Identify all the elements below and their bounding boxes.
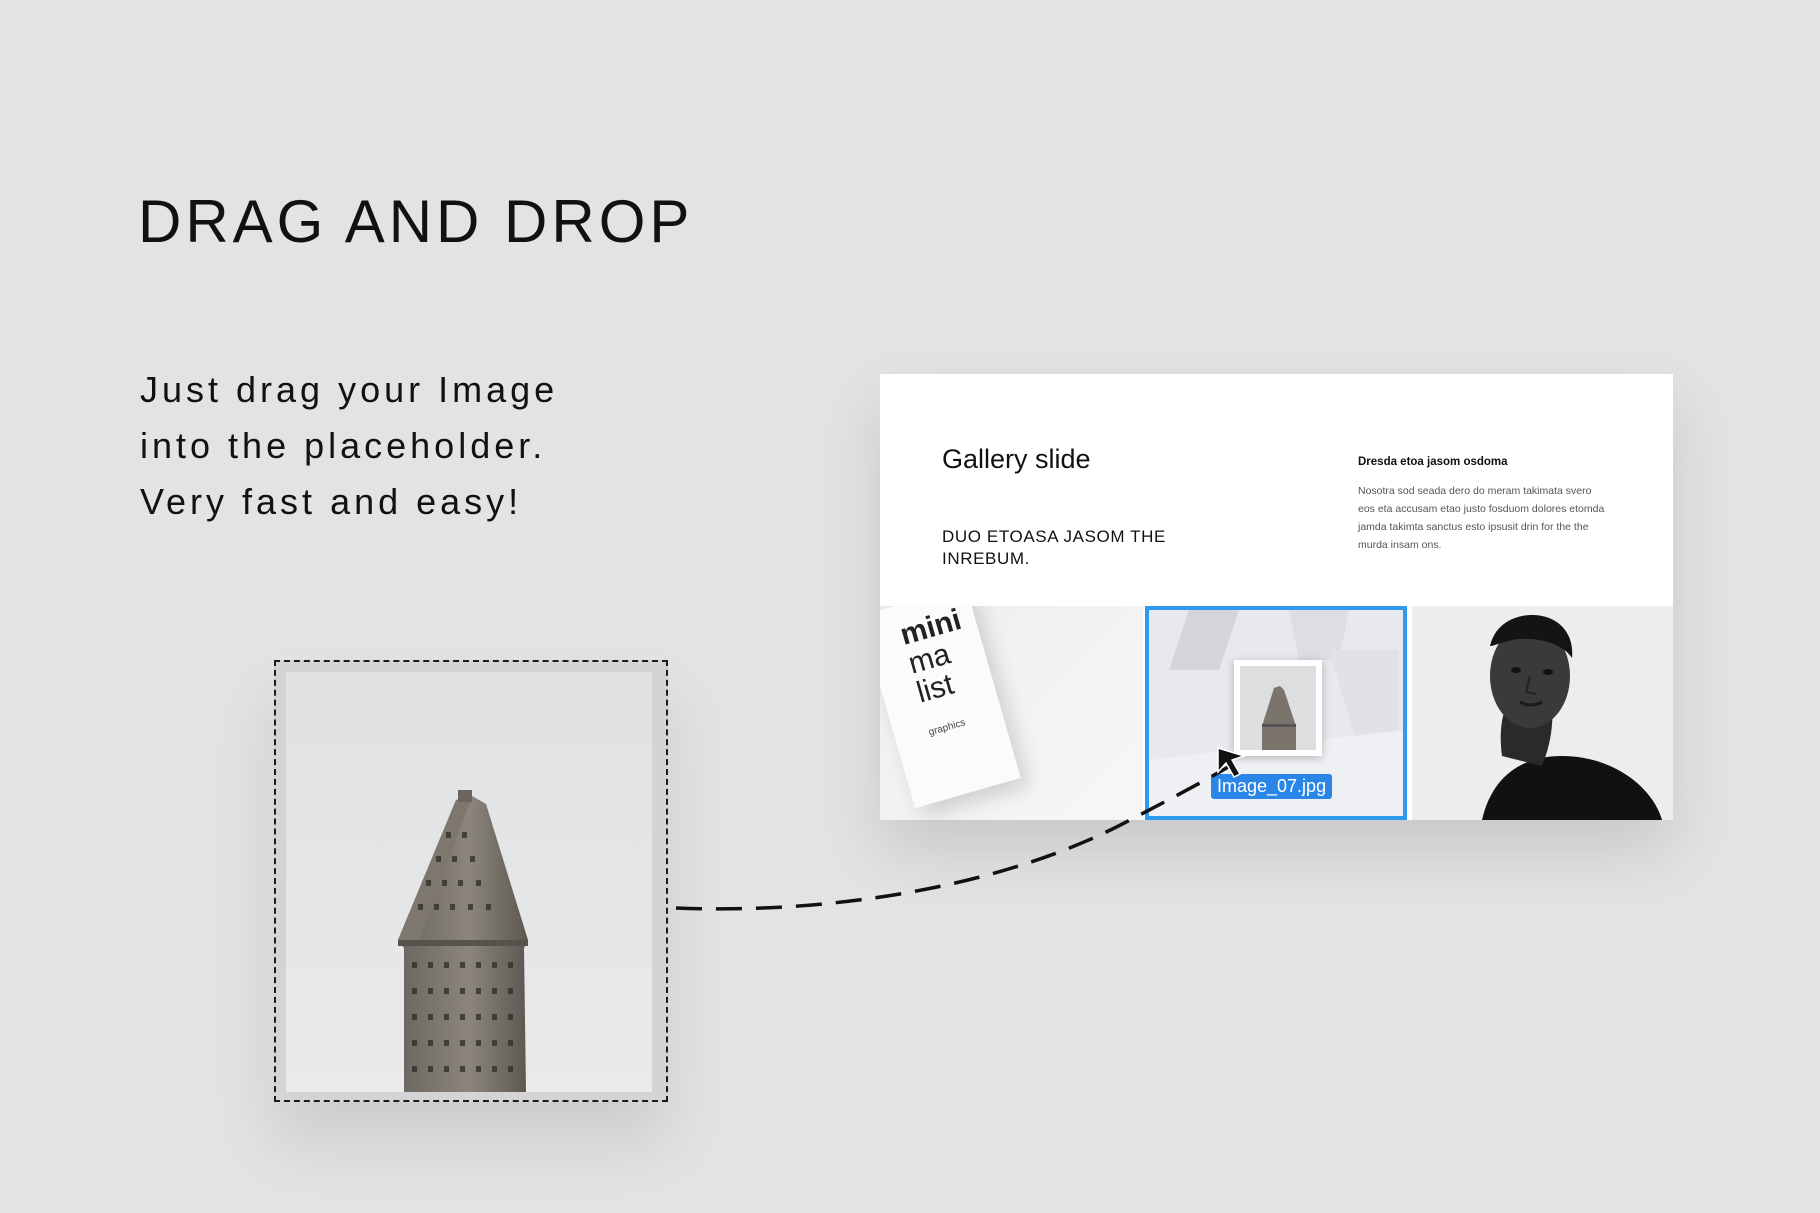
page-heading: DRAG AND DROP [138,188,694,255]
flatiron-building-image [398,790,528,1092]
slide-subtitle: DUO ETOASA JASOM THE INREBUM. [942,527,1166,568]
source-image-card[interactable] [274,660,668,1102]
file-name-label: Image_07.jpg [1211,774,1333,799]
portrait-photo [1412,606,1673,820]
gallery-slide-preview: Gallery slide DUO ETOASA JASOM THE INREB… [880,374,1673,820]
slide-side-body: Nosotra sod seada dero do meram takimata… [1358,485,1605,551]
book-subtitle: graphics [927,717,967,739]
dragged-image-thumbnail[interactable] [1234,660,1322,756]
gallery-row: mini ma list graphics Image_07.jpg [880,606,1673,820]
slide-side-title: Dresda etoa jasom osdoma [1358,456,1508,468]
instructions-line: into the placeholder. [140,425,547,466]
book-cover: mini ma list graphics [880,606,1021,809]
gallery-image-book[interactable]: mini ma list graphics [880,606,1143,820]
instructions-line: Just drag your Image [140,369,559,410]
image-placeholder-drop-target[interactable]: Image_07.jpg [1145,606,1407,820]
gallery-image-portrait[interactable] [1412,606,1673,820]
instructions-line: Very fast and easy! [140,481,523,522]
instructions-text: Just drag your Image into the placeholde… [140,362,558,530]
slide-title: Gallery slide [942,444,1091,474]
flatiron-building-photo[interactable] [286,672,652,1092]
flatiron-thumbnail-image [1262,686,1296,750]
